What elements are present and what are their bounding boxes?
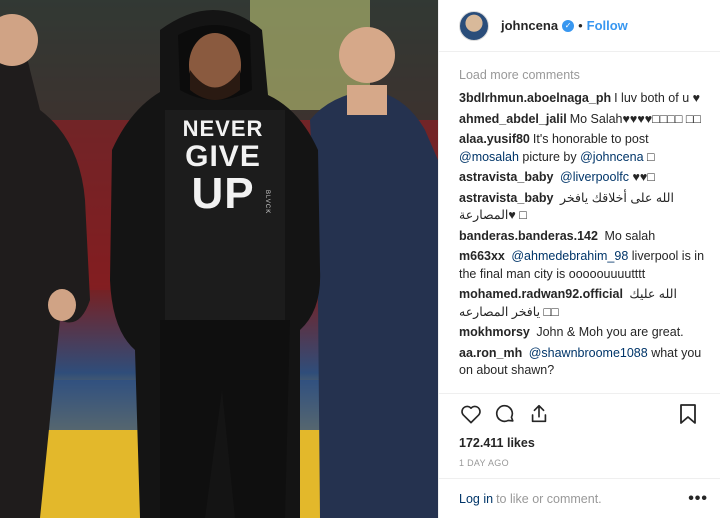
- comment-username[interactable]: mokhmorsy: [459, 325, 530, 339]
- comment-username[interactable]: ahmed_abdel_jalil: [459, 112, 567, 126]
- comment-username[interactable]: m663xx: [459, 249, 505, 263]
- comment-text: ♥♥□: [632, 170, 655, 184]
- comment-item: alaa.yusif80 It's honorable to post @mosa…: [459, 131, 706, 166]
- comment-item: aa.ron_mh @shawnbroome1088 what you on a…: [459, 345, 706, 380]
- header-separator: •: [578, 18, 583, 33]
- post-actions: 172.411 likes 1 DAY AGO: [439, 393, 720, 478]
- follow-button[interactable]: Follow: [587, 18, 628, 33]
- comment-text: Mo Salah♥♥♥♥□□□□ □□: [569, 111, 701, 126]
- mention-link[interactable]: @ahmedebrahim_98: [511, 249, 628, 263]
- mention-link[interactable]: @shawnbroome1088: [529, 346, 648, 360]
- action-icons-row: [455, 394, 706, 434]
- instagram-post: NEVER GIVE UP BLVCK johncena ✓ • Follow …: [0, 0, 720, 518]
- heart-icon[interactable]: [455, 398, 487, 430]
- shirt-line-1: NEVER: [182, 116, 264, 141]
- login-prompt-text: to like or comment.: [496, 491, 602, 506]
- shirt-line-2: GIVE: [185, 140, 261, 173]
- comment-item: astravista_baby الله على أخلاقك يافخر ال…: [459, 190, 706, 225]
- login-prompt: Log in to like or comment. •••: [439, 478, 720, 518]
- post-side-panel: johncena ✓ • Follow Load more comments 3…: [438, 0, 720, 518]
- bookmark-icon[interactable]: [672, 398, 704, 430]
- comment-username[interactable]: aa.ron_mh: [459, 346, 522, 360]
- comment-icon[interactable]: [489, 398, 521, 430]
- comment-username[interactable]: alaa.yusif80: [459, 132, 530, 146]
- post-timestamp: 1 DAY AGO: [459, 458, 509, 468]
- comment-text: I luv both of u ♥: [614, 91, 701, 105]
- comment-item: m663xx @ahmedebrahim_98 liverpool is in …: [459, 248, 706, 283]
- comments-list: Load more comments 3bdlrhmun.aboelnaga_p…: [439, 52, 720, 393]
- comment-username[interactable]: mohamed.radwan92.official: [459, 287, 623, 301]
- comment-item: mohamed.radwan92.official الله عليك يافخ…: [459, 286, 706, 321]
- comment-username[interactable]: astravista_baby: [459, 170, 554, 184]
- shirt-line-3: UP: [191, 169, 255, 218]
- mention-link[interactable]: @johncena: [580, 150, 643, 164]
- comment-text: It's honorable to post: [532, 132, 649, 146]
- shirt-brand: BLVCK: [264, 190, 270, 215]
- username-link[interactable]: johncena: [501, 18, 558, 33]
- verified-badge-icon: ✓: [562, 19, 575, 32]
- comment-text: Mo salah: [604, 228, 656, 243]
- comment-item: mokhmorsy John & Moh you are great.: [459, 324, 706, 342]
- login-link[interactable]: Log in: [459, 492, 493, 506]
- mention-link[interactable]: @mosalah: [459, 150, 519, 164]
- likes-count[interactable]: 172.411 likes: [455, 436, 706, 450]
- comment-item: astravista_baby @liverpoolfc ♥♥□: [459, 169, 706, 187]
- post-header: johncena ✓ • Follow: [439, 0, 720, 52]
- comment-username[interactable]: banderas.banderas.142: [459, 229, 598, 243]
- comment-text: picture by: [522, 149, 577, 164]
- photo-illustration: [0, 0, 438, 518]
- comment-text: John & Moh you are great.: [536, 325, 684, 339]
- comment-item: banderas.banderas.142 Mo salah: [459, 228, 706, 246]
- comment-text: □: [647, 149, 655, 164]
- comment-item: 3bdlrhmun.aboelnaga_ph I luv both of u ♥: [459, 90, 706, 108]
- comment-username[interactable]: astravista_baby: [459, 191, 554, 205]
- avatar[interactable]: [459, 10, 489, 41]
- shirt-print: NEVER GIVE UP BLVCK: [168, 118, 278, 216]
- mention-link[interactable]: @liverpoolfc: [560, 170, 629, 184]
- more-options-icon[interactable]: •••: [688, 490, 708, 508]
- post-photo[interactable]: NEVER GIVE UP BLVCK: [0, 0, 438, 518]
- load-more-comments-button[interactable]: Load more comments: [459, 68, 706, 82]
- share-icon[interactable]: [523, 398, 555, 430]
- comment-username[interactable]: 3bdlrhmun.aboelnaga_ph: [459, 91, 611, 105]
- comment-item: ahmed_abdel_jalil Mo Salah♥♥♥♥□□□□ □□: [459, 111, 706, 129]
